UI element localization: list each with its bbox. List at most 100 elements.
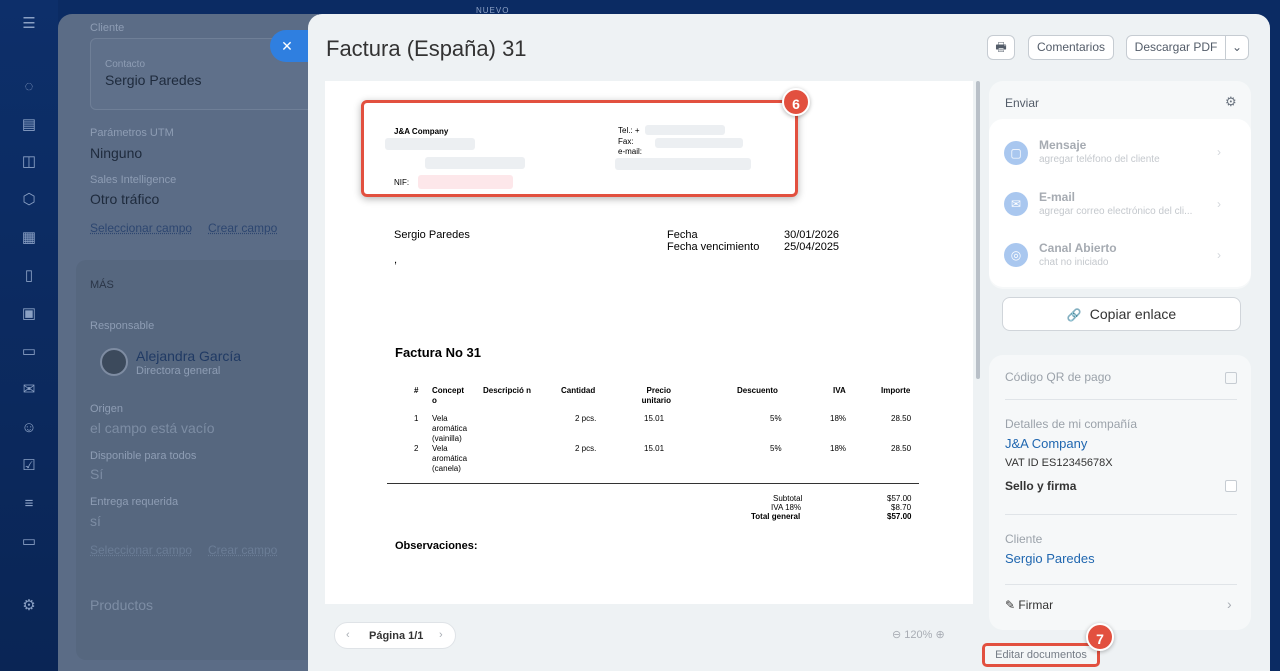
row1-discount: 5% [770,414,782,423]
checklist-icon[interactable]: ☑ [19,456,39,476]
delivery-value: sí [90,513,101,529]
more-label: MÁS [90,279,114,291]
printer-icon: 🖶 [995,40,1007,54]
products-label: Productos [90,597,154,613]
select-field-link-2[interactable]: Seleccionar campo [90,543,192,557]
send-title: Enviar [1005,96,1040,110]
zoom-out-icon[interactable]: ⊖ [892,628,901,641]
row2-iva: 18% [830,444,847,453]
col-discount: Descuento [737,386,778,395]
doc-client-name: Sergio Paredes [394,229,470,241]
copy-link-button[interactable]: 🔗 Copiar enlace [1002,297,1241,331]
chevron-right-icon[interactable]: › [439,629,443,641]
create-field-link-2[interactable]: Crear campo [208,543,277,557]
responsible-role: Directora general [136,365,221,377]
open-channel-icon: ◎ [1004,243,1028,267]
row2-amount: 28.50 [891,444,912,453]
close-slider-button[interactable]: ✕ [270,30,310,62]
origin-value: el campo está vacío [90,420,215,436]
step-marker-7: 7 [1086,623,1114,651]
col-number: # [414,386,419,395]
row1-number: 1 [414,414,419,423]
doc-invoice-title: Factura No 31 [395,345,481,360]
col-iva: IVA [833,386,846,395]
table-divider [387,483,919,484]
contacts-icon[interactable]: ☺ [19,418,39,438]
channels-card: ▢ Mensaje agregar teléfono del cliente ›… [989,119,1251,287]
divider [1005,584,1237,585]
row2-discount: 5% [770,444,782,453]
doc-due-value: 25/04/2025 [784,241,840,253]
edit-documents-button[interactable]: Editar documentos [982,643,1100,667]
channel-message-name: Mensaje [1039,138,1087,152]
chevron-left-icon[interactable]: ‹ [346,629,350,641]
seal-label: Sello y firma [1005,479,1077,493]
doc-notes: Observaciones: [395,540,478,552]
highlight-company-header [361,100,798,197]
document-scrollbar[interactable] [976,81,980,379]
pen-icon: ✎ [1005,598,1016,612]
origin-label: Origen [90,403,124,415]
col-concept: Concept o [432,386,464,405]
row2-concept: Vela aromática (canela) [432,444,468,473]
info-client-label: Cliente [1005,532,1043,546]
zoom-in-icon[interactable]: ⊕ [935,628,944,641]
crm-icon[interactable]: ⬡ [19,190,39,210]
calendar-icon[interactable]: ▦ [19,228,39,248]
row2-number: 2 [414,444,419,453]
download-options-button[interactable]: ⌄ [1225,35,1249,60]
available-value: Sí [90,466,104,482]
comments-button[interactable]: Comentarios [1028,35,1114,60]
download-pdf-button[interactable]: Descargar PDF [1126,35,1226,60]
chevron-down-icon: ⌄ [1231,40,1243,54]
company-details-link[interactable]: J&A Company [1005,436,1087,451]
channel-open-sub: chat no iniciado [1039,257,1109,268]
create-field-link[interactable]: Crear campo [208,221,277,235]
col-description: Descripció n [483,386,532,395]
sign-label: ✎ Firmar [1005,598,1053,612]
step-marker-6: 6 [782,88,810,116]
contact-label: Contacto [105,59,146,70]
qr-checkbox[interactable] [1225,372,1237,384]
invoice-slider: Factura (España) 31 🖶 Comentarios Descar… [308,14,1270,671]
menu-icon[interactable]: ☰ [19,14,39,34]
select-field-link[interactable]: Seleccionar campo [90,221,192,235]
utm-label: Parámetros UTM [90,127,174,139]
company-details-label: Detalles de mi compañía [1005,417,1138,431]
chevron-right-icon: › [1227,596,1232,612]
channel-email-name: E-mail [1039,190,1076,204]
row1-amount: 28.50 [891,414,912,423]
col-unit-price: Precio unitario [641,386,671,405]
gear-icon[interactable]: ⚙ [1225,94,1237,110]
utm-value: Ninguno [90,145,143,161]
tasks-icon[interactable]: ▤ [19,115,39,135]
documents-icon[interactable]: ▯ [19,266,39,286]
payments-icon[interactable]: ▭ [19,342,39,362]
print-button[interactable]: 🖶 [987,35,1015,60]
chevron-right-icon: › [1217,197,1221,211]
document-preview: J&A Company Tel.: + Fax: e-mail: NIF: 6 … [325,81,973,604]
seal-checkbox[interactable] [1225,480,1237,492]
mail-icon[interactable]: ✉ [19,380,39,400]
close-icon: ✕ [281,38,293,54]
grand-total-value: $57.00 [887,512,912,521]
chevron-right-icon: › [1217,248,1221,262]
row1-qty: 2 pcs. [575,414,597,423]
divider [1005,399,1237,400]
info-client-link[interactable]: Sergio Paredes [1005,551,1095,566]
filter-icon[interactable]: ≡ [19,494,39,514]
sites-icon[interactable]: ▣ [19,304,39,324]
activity-icon[interactable]: ◌ [19,77,39,97]
settings-icon[interactable]: ⚙ [19,596,39,616]
page-title: Factura (España) 31 [326,36,527,61]
message-icon: ▢ [1004,141,1028,165]
screen-icon[interactable]: ▭ [19,532,39,552]
row2-price: 15.01 [644,444,665,453]
responsible-name[interactable]: Alejandra García [136,348,241,364]
copy-link-label: Copiar enlace [1089,306,1177,322]
document-info-panel: Código QR de pago Detalles de mi compañí… [989,355,1251,630]
contact-name: Sergio Paredes [105,72,202,88]
zoom-control: ⊖ 120% ⊕ [892,628,945,641]
chat-icon[interactable]: ◫ [19,152,39,172]
channel-email-sub: agregar correo electrónico del cli... [1039,206,1193,217]
